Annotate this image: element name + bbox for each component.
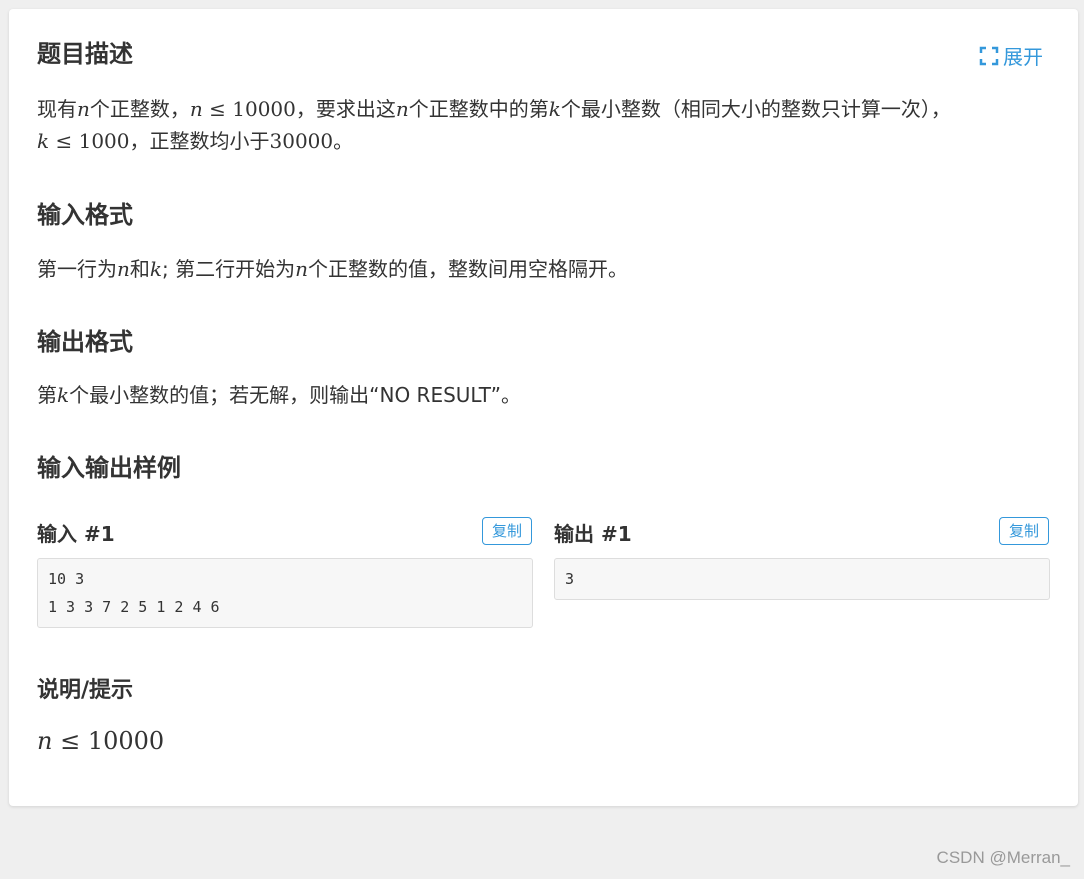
csdn-watermark: CSDN @Merran_ <box>936 848 1070 867</box>
text-run: 。 <box>333 129 354 153</box>
output-format-title: 输出格式 <box>37 328 133 356</box>
text-run: 个正整数的值，整数间用空格隔开。 <box>308 257 629 281</box>
math-variable: n <box>117 257 130 281</box>
math-variable: n <box>395 97 409 121</box>
input-format-title: 输入格式 <box>37 201 133 229</box>
input-format-text: 第一行为n和k; 第二行开始为n个正整数的值，整数间用空格隔开。 <box>37 253 1047 285</box>
text-run: ，要求出这 <box>295 97 396 121</box>
math-expression: 30000 <box>269 129 334 153</box>
text-run: 第一行为 <box>37 257 117 281</box>
text-run: 个正整数中的第 <box>408 97 549 121</box>
text-run: 个正整数， <box>89 97 190 121</box>
text-run: ，正整数均小于 <box>129 129 270 153</box>
expand-button[interactable]: 展开 <box>979 41 1043 70</box>
copy-input-button[interactable]: 复制 <box>482 517 532 545</box>
math-variable: k <box>57 383 70 407</box>
text-run: 和 <box>129 257 150 281</box>
math-variable: n <box>295 257 309 281</box>
description-line-1: 现有n个正整数，n ≤ 10000，要求出这n个正整数中的第k个最小整数（相同大… <box>37 93 1047 125</box>
math-variable: n <box>37 727 53 755</box>
text-run: 个最小整数的值；若无解，则输出“NO RESULT”。 <box>69 383 521 407</box>
sample-output-label: 输出 #1 <box>554 522 632 546</box>
samples-title: 输入输出样例 <box>37 454 181 482</box>
math-variable: k <box>149 257 163 281</box>
math-expression: ≤ 10000 <box>202 97 296 121</box>
expand-icon <box>979 46 999 66</box>
text-run: ; 第二行开始为 <box>162 257 296 281</box>
output-format-text: 第k个最小整数的值；若无解，则输出“NO RESULT”。 <box>37 379 1047 411</box>
sample-output-code[interactable]: 3 <box>554 558 1050 600</box>
math-variable: n <box>77 97 90 121</box>
math-expression: ≤ 10000 <box>52 727 165 755</box>
text-run: 现有 <box>37 97 77 121</box>
expand-label: 展开 <box>1003 45 1043 69</box>
math-expression: ≤ 1000 <box>49 129 130 153</box>
description-title: 题目描述 <box>37 40 133 68</box>
hint-text: n ≤ 10000 <box>37 725 1047 757</box>
hint-title: 说明/提示 <box>37 678 134 703</box>
problem-card: 题目描述 展开 现有n个正整数，n ≤ 10000，要求出这n个正整数中的第k个… <box>9 9 1078 806</box>
math-variable: n <box>189 97 203 121</box>
sample-input-code[interactable]: 10 3 1 3 3 7 2 5 1 2 4 6 <box>37 558 533 628</box>
text-run: 第 <box>37 383 57 407</box>
copy-output-button[interactable]: 复制 <box>999 517 1049 545</box>
math-variable: k <box>548 97 561 121</box>
text-run: 个最小整数（相同大小的整数只计算一次）， <box>560 97 951 121</box>
sample-input-label: 输入 #1 <box>37 522 115 546</box>
math-variable: k <box>37 129 50 153</box>
description-line-2: k ≤ 1000，正整数均小于30000。 <box>37 125 1047 157</box>
